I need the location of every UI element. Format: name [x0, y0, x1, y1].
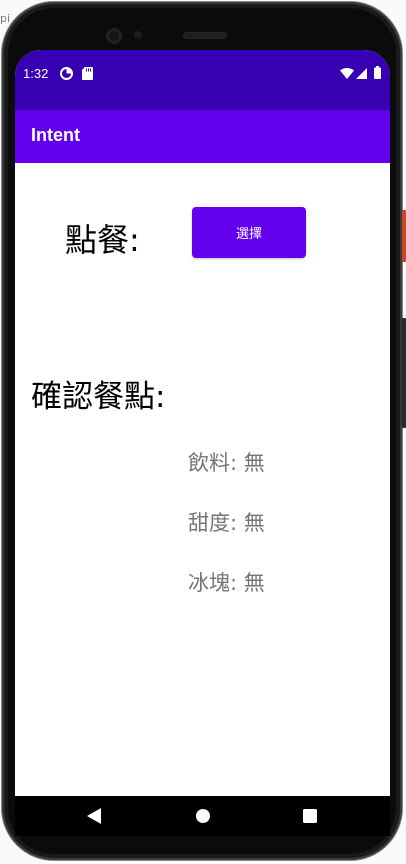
- ice-value: 冰塊: 無: [188, 571, 265, 595]
- confirm-order-label: 確認餐點:: [31, 379, 166, 415]
- status-bar: 1:32: [15, 50, 390, 110]
- power-button[interactable]: [402, 210, 406, 262]
- main-content: 點餐: 選擇 確認餐點: 飲料: 無 甜度: 無 冰塊: 無: [15, 163, 390, 796]
- signal-icon: [356, 68, 367, 79]
- status-time: 1:32: [23, 66, 49, 81]
- sd-card-icon: [82, 67, 93, 80]
- drink-value: 飲料: 無: [188, 451, 265, 475]
- wifi-icon: [340, 68, 354, 79]
- home-icon: [196, 809, 210, 823]
- device-screen: 1:32 Intent 點餐: 選擇 確認餐點: 飲料: 無 甜度: 無 冰塊:…: [15, 50, 390, 836]
- choose-button[interactable]: 選擇: [192, 207, 306, 258]
- battery-icon: [374, 66, 381, 79]
- nav-recents-button[interactable]: [293, 796, 327, 836]
- order-label: 點餐:: [65, 221, 140, 259]
- recents-icon: [303, 809, 317, 823]
- background-fragment: pi: [0, 12, 11, 25]
- app-title: Intent: [31, 125, 80, 145]
- earpiece-speaker: [184, 33, 226, 38]
- sensor-icon: [134, 31, 142, 39]
- navigation-bar: [15, 796, 390, 836]
- sweetness-value: 甜度: 無: [188, 511, 265, 535]
- front-camera-icon: [106, 28, 122, 44]
- nav-back-button[interactable]: [77, 796, 111, 836]
- volume-rocker[interactable]: [402, 318, 406, 428]
- nav-home-button[interactable]: [186, 796, 220, 836]
- data-saver-icon: [60, 67, 73, 80]
- back-icon: [87, 808, 101, 824]
- app-bar: Intent: [15, 110, 390, 163]
- emulator-window: pi 1:32 Intent 點餐: 選擇 確認餐點: 飲料: 無 甜度: 無 …: [0, 0, 406, 864]
